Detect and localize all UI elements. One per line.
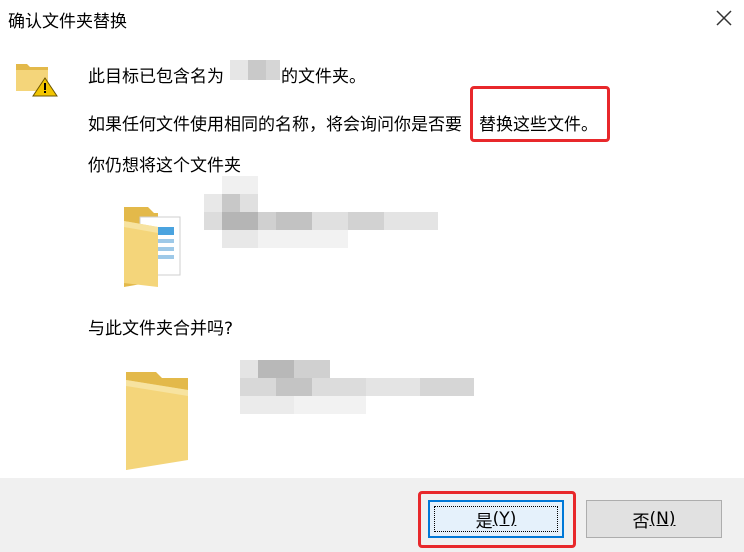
question-merge-destination: 与此文件夹合并吗? — [88, 319, 234, 339]
yes-button[interactable]: 是 (Y) — [428, 500, 564, 538]
yes-button-label: 是 — [475, 511, 493, 532]
message-line1-prefix: 此目标已包含名为 — [88, 67, 224, 87]
folder-warning-icon — [16, 64, 58, 97]
folder-icon — [126, 372, 188, 470]
close-button[interactable] — [710, 4, 738, 32]
message-line2: 如果任何文件使用相同的名称，将会询问你是否要 — [88, 115, 462, 135]
no-button[interactable]: 否 (N) — [586, 500, 722, 538]
no-button-label: 否 — [632, 511, 650, 532]
folder-with-files-icon — [124, 207, 181, 287]
title-bar: 确认文件夹替换 — [0, 0, 744, 38]
message-line2-highlight: 替换这些文件。 — [479, 115, 598, 135]
message-line1-suffix: 的文件夹。 — [281, 67, 366, 87]
no-button-shortcut: (N) — [649, 509, 676, 529]
yes-button-shortcut: (Y) — [492, 509, 517, 529]
question-merge-source: 你仍想将这个文件夹 — [88, 156, 241, 176]
window-title: 确认文件夹替换 — [8, 12, 127, 32]
dialog-content: 此目标已包含名为 的文件夹。 如果任何文件使用相同的名称，将会询问你是否要 替换… — [0, 38, 744, 478]
close-icon — [716, 10, 732, 26]
